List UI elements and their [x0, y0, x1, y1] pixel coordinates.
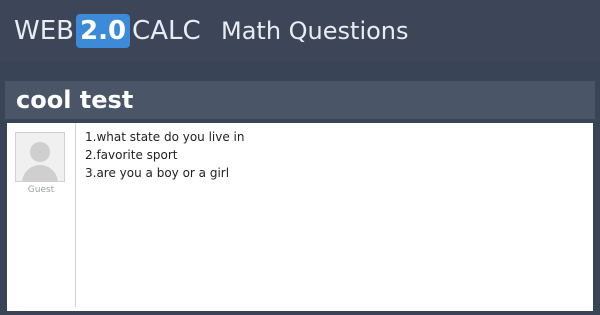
site-header: WEB 2.0 CALC Math Questions: [0, 0, 600, 62]
avatar-body-shape: [22, 165, 58, 181]
question-body-line: 3.are you a boy or a girl: [85, 166, 230, 180]
default-user-avatar-icon: [15, 132, 65, 182]
logo-version-badge: 2.0: [75, 14, 131, 48]
question-body-line: 2.favorite sport: [85, 148, 178, 162]
question-title: cool test: [16, 86, 134, 114]
question-body: 1.what state do you live in 2.favorite s…: [85, 128, 585, 182]
question-title-bar: cool test: [5, 81, 595, 119]
question-post: Guest 1.what state do you live in 2.favo…: [7, 123, 593, 311]
site-section-title[interactable]: Math Questions: [221, 14, 409, 48]
author-name: Guest: [27, 185, 55, 195]
site-logo[interactable]: WEB 2.0 CALC: [14, 14, 201, 48]
author-column: Guest: [7, 123, 76, 307]
logo-suffix: CALC: [132, 16, 201, 46]
question-body-line: 1.what state do you live in: [85, 130, 245, 144]
logo-prefix: WEB: [14, 16, 74, 46]
avatar-head-shape: [30, 142, 50, 162]
